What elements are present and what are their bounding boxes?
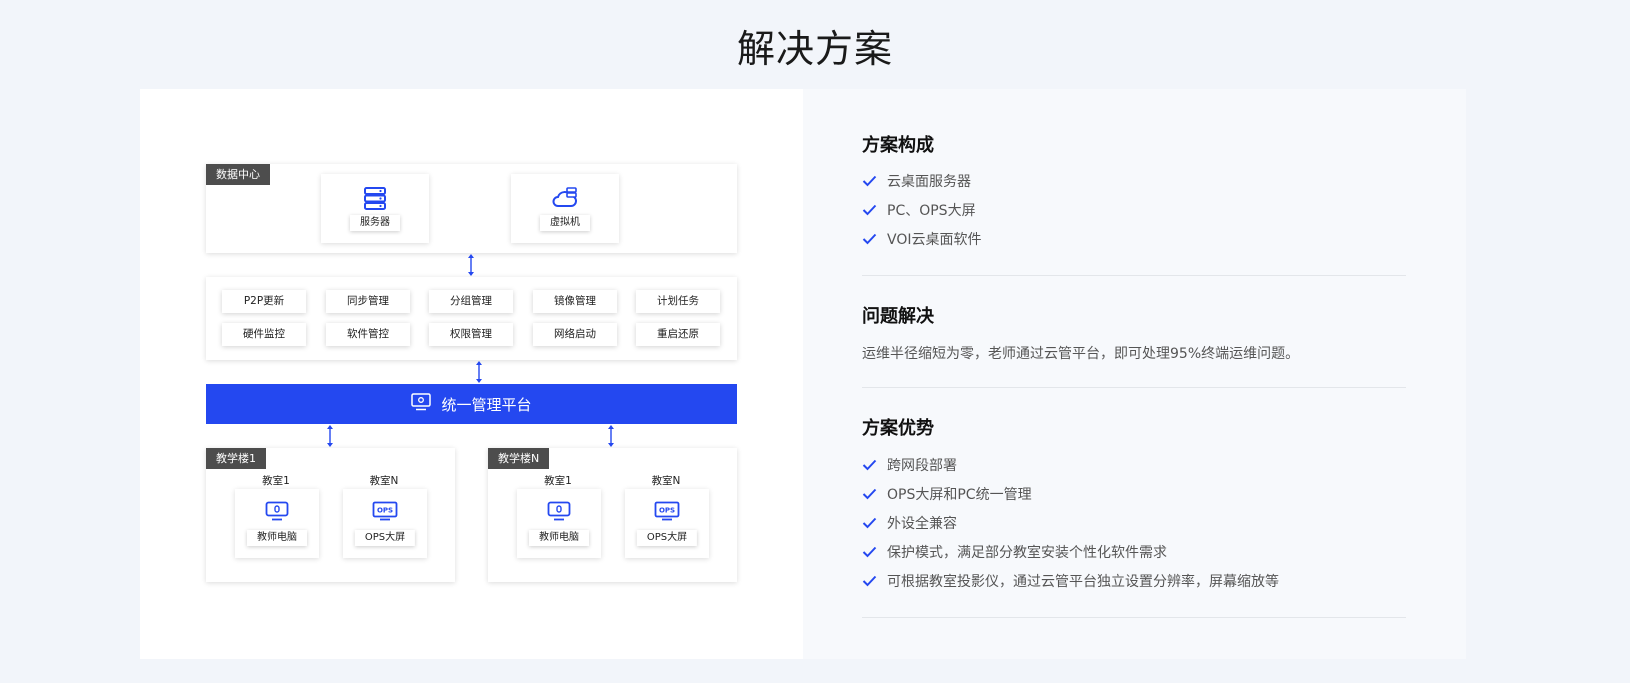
building1-box: 教学楼1 教室1 教室N 教师电脑 OPS OPS大屏 (206, 448, 455, 582)
composition-item: 云桌面服务器 (862, 171, 971, 191)
server-icon (363, 186, 387, 214)
datacenter-box: 数据中心 服务器 虚拟机 (206, 164, 737, 253)
vm-tile: 虚拟机 (511, 174, 619, 243)
buildingN-ops-label: OPS大屏 (636, 530, 698, 546)
check-icon (862, 546, 877, 558)
buildingN-ops-tile: OPS OPS大屏 (625, 489, 709, 558)
datacenter-tag: 数据中心 (206, 164, 270, 185)
func-group-management: 分组管理 (429, 290, 513, 313)
advantage-item-label: 保护模式，满足部分教室安装个性化软件需求 (887, 545, 1167, 561)
func-image-management: 镜像管理 (533, 290, 617, 313)
building1-ops-tile: OPS OPS大屏 (343, 489, 427, 558)
building1-room1-label: 教室1 (262, 475, 290, 487)
advantage-item: 可根据教室投影仪，通过云管平台独立设置分辨率，屏幕缩放等 (862, 571, 1279, 591)
check-icon (862, 517, 877, 529)
monitor-icon (411, 393, 432, 415)
composition-item-label: 云桌面服务器 (887, 174, 971, 190)
ops-icon-text: OPS (377, 507, 393, 515)
func-software-control: 软件管控 (326, 323, 410, 346)
arrow-datacenter-functions (468, 254, 474, 276)
func-sync-management: 同步管理 (326, 290, 410, 313)
vm-label: 虚拟机 (540, 215, 590, 231)
building1-teacher-pc-label: 教师电脑 (247, 530, 307, 546)
teacher-pc-icon (265, 501, 289, 525)
building1-roomN-label: 教室N (369, 475, 399, 487)
func-restart-restore: 重启还原 (636, 323, 720, 346)
buildingN-teacher-pc-label: 教师电脑 (529, 530, 589, 546)
arrow-platform-building1 (327, 425, 333, 447)
check-icon (862, 233, 877, 245)
ops-icon-text: OPS (659, 507, 675, 515)
problem-text: 运维半径缩短为零，老师通过云管平台，即可处理95%终端运维问题。 (862, 346, 1300, 362)
arrow-platform-buildingN (608, 425, 614, 447)
advantage-item-label: 可根据教室投影仪，通过云管平台独立设置分辨率，屏幕缩放等 (887, 574, 1279, 590)
unified-management-platform: 统一管理平台 (206, 384, 737, 424)
func-permission-management: 权限管理 (429, 323, 513, 346)
func-scheduled-task: 计划任务 (636, 290, 720, 313)
advantages-title: 方案优势 (862, 418, 934, 439)
platform-label: 统一管理平台 (441, 395, 532, 414)
advantage-item-label: 跨网段部署 (887, 458, 957, 474)
section-divider (862, 617, 1406, 618)
advantage-item: OPS大屏和PC统一管理 (862, 484, 1032, 504)
composition-item-label: PC、OPS大屏 (887, 203, 976, 219)
buildingN-tag: 教学楼N (488, 448, 550, 469)
building1-teacher-pc-tile: 教师电脑 (235, 489, 319, 558)
teacher-pc-icon (547, 501, 571, 525)
check-icon (862, 488, 877, 500)
composition-title: 方案构成 (862, 135, 934, 156)
ops-screen-icon: OPS (372, 501, 398, 525)
building1-ops-label: OPS大屏 (354, 530, 416, 546)
advantage-item: 跨网段部署 (862, 455, 957, 475)
section-divider (862, 275, 1406, 276)
advantage-item: 外设全兼容 (862, 513, 957, 533)
func-hardware-monitor: 硬件监控 (222, 323, 306, 346)
functions-box: P2P更新 同步管理 分组管理 镜像管理 计划任务 硬件监控 软件管控 权限管理… (206, 277, 737, 360)
check-icon (862, 175, 877, 187)
composition-item: PC、OPS大屏 (862, 200, 976, 220)
page-title: 解决方案 (736, 27, 893, 71)
check-icon (862, 204, 877, 216)
buildingN-roomN-label: 教室N (651, 475, 681, 487)
composition-item: VOI云桌面软件 (862, 229, 981, 249)
func-network-boot: 网络启动 (533, 323, 617, 346)
server-label: 服务器 (350, 215, 400, 231)
cloud-server-icon (552, 186, 578, 214)
composition-item-label: VOI云桌面软件 (887, 232, 982, 248)
func-p2p-update: P2P更新 (222, 290, 306, 313)
building1-tag: 教学楼1 (206, 448, 266, 469)
ops-screen-icon: OPS (654, 501, 680, 525)
check-icon (862, 575, 877, 587)
buildingN-room1-label: 教室1 (544, 475, 572, 487)
buildingN-teacher-pc-tile: 教师电脑 (517, 489, 601, 558)
section-divider (862, 387, 1406, 388)
advantage-item-label: OPS大屏和PC统一管理 (887, 487, 1032, 503)
check-icon (862, 459, 877, 471)
advantage-item-label: 外设全兼容 (887, 516, 957, 532)
buildingN-box: 教学楼N 教室1 教室N 教师电脑 OPS OPS大屏 (488, 448, 737, 582)
server-tile: 服务器 (321, 174, 429, 243)
problem-title: 问题解决 (862, 306, 934, 327)
advantage-item: 保护模式，满足部分教室安装个性化软件需求 (862, 542, 1167, 562)
arrow-functions-platform (476, 361, 482, 383)
